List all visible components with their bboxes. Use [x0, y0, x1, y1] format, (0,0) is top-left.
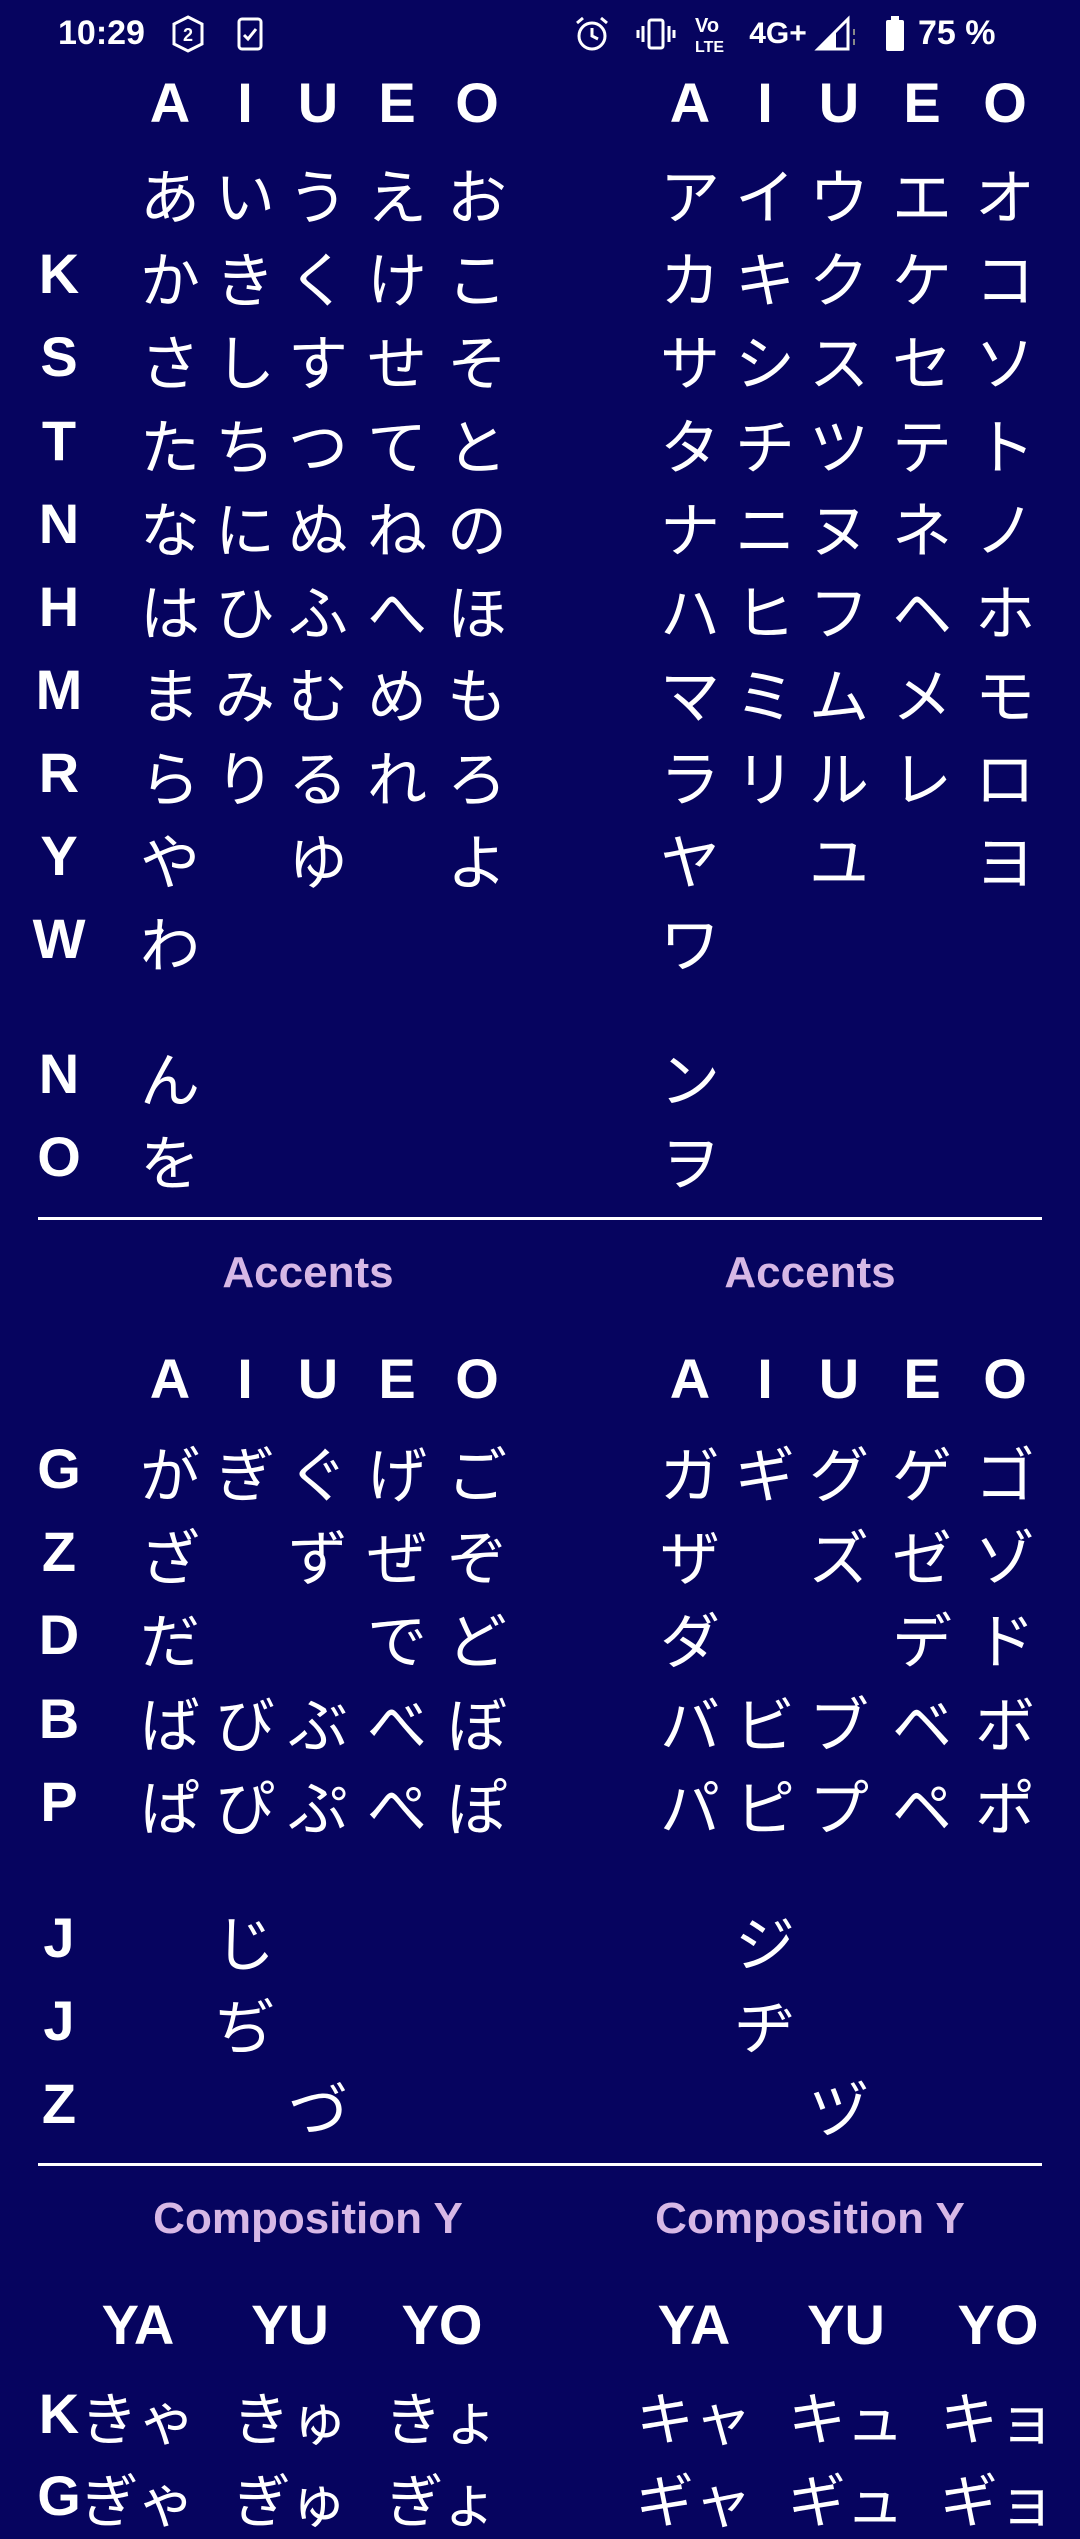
composition-y-section: Composition Y Composition Y YA YA YU YU YO YO… — [0, 0, 1080, 2536]
katakana-cell: キャ — [635, 2386, 752, 2454]
katakana-cell: キョ — [939, 2386, 1056, 2454]
column-header-hiragana: YA — [101, 2293, 175, 2356]
column-header-katakana: YO — [957, 2293, 1039, 2356]
hiragana-cell: ぎゃ — [80, 2468, 196, 2536]
column-header-hiragana: YU — [251, 2293, 329, 2356]
column-header-katakana: YU — [807, 2293, 885, 2356]
katakana-cell: キュ — [787, 2386, 904, 2454]
hiragana-cell: きゅ — [231, 2386, 348, 2454]
hiragana-cell: きゃ — [79, 2386, 196, 2454]
hiragana-cell: ぎゅ — [232, 2468, 348, 2536]
composition-title-katakana: Composition Y — [655, 2194, 965, 2243]
column-header-katakana: YA — [657, 2293, 731, 2356]
hiragana-cell: ぎょ — [385, 2468, 499, 2536]
hiragana-cell: きょ — [383, 2386, 500, 2454]
katakana-cell: ギョ — [939, 2468, 1056, 2536]
composition-title-hiragana: Composition Y — [153, 2194, 463, 2243]
katakana-cell: ギュ — [787, 2468, 904, 2536]
katakana-cell: ギャ — [635, 2468, 752, 2536]
column-header-hiragana: YO — [401, 2293, 483, 2356]
